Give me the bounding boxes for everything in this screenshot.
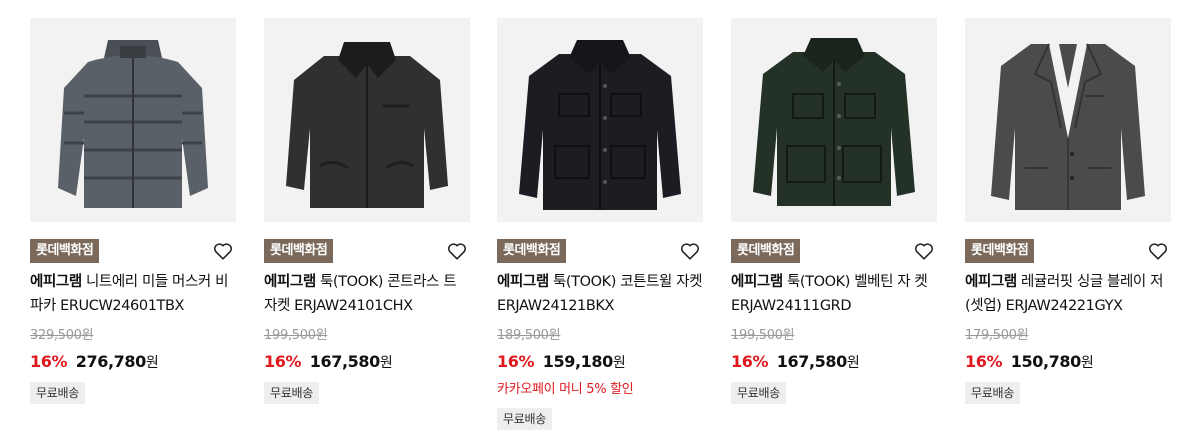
original-price-value: 199,500 [731, 328, 783, 343]
free-shipping-tag: 무료배송 [497, 408, 552, 430]
product-title[interactable]: 에피그램 툭(TOOK) 벨베틴 자 켓 ERJAW24111GRD [731, 270, 937, 318]
product-meta: 롯데백화점 [965, 239, 1171, 263]
sale-price: 167,580 [776, 352, 847, 371]
original-price: 179,500원 [965, 326, 1171, 346]
gray-single-blazer-photo [965, 18, 1171, 222]
product-title[interactable]: 에피그램 니트에리 미들 머스커 비 파카 ERUCW24601TBX [30, 270, 236, 318]
original-price: 199,500원 [264, 326, 470, 346]
store-badge: 롯데백화점 [264, 239, 334, 263]
product-title[interactable]: 에피그램 툭(TOOK) 콘트라스 트 자켓 ERJAW24101CHX [264, 270, 470, 318]
store-badge: 롯데백화점 [497, 239, 567, 263]
product-card[interactable]: 롯데백화점 에피그램 툭(TOOK) 벨베틴 자 켓 ERJAW24111GRD… [731, 18, 937, 404]
sale-price: 167,580 [309, 352, 380, 371]
original-price-unit: 원 [315, 328, 328, 343]
original-price-unit: 원 [81, 328, 94, 343]
original-price-value: 189,500 [497, 328, 549, 343]
black-cotton-twill-jacket-photo [497, 18, 703, 222]
price-row: 16% 276,780원 [30, 350, 236, 374]
brand-name: 에피그램 [731, 274, 783, 290]
brand-name: 에피그램 [497, 274, 549, 290]
green-velveteen-jacket-photo [731, 18, 937, 222]
sale-price-unit: 원 [846, 355, 860, 371]
price-row: 16% 167,580원 [264, 350, 470, 374]
heart-icon[interactable] [212, 240, 234, 262]
store-badge: 롯데백화점 [965, 239, 1035, 263]
price-row: 16% 159,180원 [497, 350, 703, 374]
sale-price-unit: 원 [145, 355, 159, 371]
product-image[interactable] [30, 18, 236, 222]
product-card[interactable]: 롯데백화점 에피그램 레귤러핏 싱글 블레이 저 (셋업) ERJAW24221… [965, 18, 1171, 404]
product-title[interactable]: 에피그램 툭(TOOK) 코튼트윌 자켓 ERJAW24121BKX [497, 270, 703, 318]
heart-icon[interactable] [1147, 240, 1169, 262]
original-price-value: 179,500 [965, 328, 1017, 343]
product-meta: 롯데백화점 [264, 239, 470, 263]
price-row: 16% 167,580원 [731, 350, 937, 374]
store-badge: 롯데백화점 [731, 239, 801, 263]
original-price-unit: 원 [782, 328, 795, 343]
sale-price: 150,780 [1010, 352, 1081, 371]
sale-price: 159,180 [542, 352, 613, 371]
heart-icon[interactable] [679, 240, 701, 262]
discount-rate: 16% [965, 352, 1003, 371]
free-shipping-tag: 무료배송 [965, 382, 1020, 404]
brand-name: 에피그램 [965, 274, 1017, 290]
discount-rate: 16% [497, 352, 535, 371]
product-image[interactable] [965, 18, 1171, 222]
discount-rate: 16% [30, 352, 68, 371]
product-meta: 롯데백화점 [731, 239, 937, 263]
product-image[interactable] [731, 18, 937, 222]
product-image[interactable] [264, 18, 470, 222]
sale-price-unit: 원 [379, 355, 393, 371]
heart-icon[interactable] [913, 240, 935, 262]
product-image[interactable] [497, 18, 703, 222]
brand-name: 에피그램 [264, 274, 316, 290]
original-price: 199,500원 [731, 326, 937, 346]
original-price: 189,500원 [497, 326, 703, 346]
charcoal-corduroy-collar-jacket-photo [264, 18, 470, 222]
free-shipping-tag: 무료배송 [264, 382, 319, 404]
original-price-unit: 원 [548, 328, 561, 343]
product-meta: 롯데백화점 [30, 239, 236, 263]
product-card[interactable]: 롯데백화점 에피그램 툭(TOOK) 코튼트윌 자켓 ERJAW24121BKX… [497, 18, 703, 430]
discount-rate: 16% [264, 352, 302, 371]
original-price-value: 329,500 [30, 328, 82, 343]
product-title[interactable]: 에피그램 레귤러핏 싱글 블레이 저 (셋업) ERJAW24221GYX [965, 270, 1171, 318]
original-price-unit: 원 [1016, 328, 1029, 343]
product-meta: 롯데백화점 [497, 239, 703, 263]
price-row: 16% 150,780원 [965, 350, 1171, 374]
heart-icon[interactable] [446, 240, 468, 262]
payment-promo-text: 카카오페이 머니 5% 할인 [497, 382, 634, 397]
free-shipping-tag: 무료배송 [30, 382, 85, 404]
sale-price-unit: 원 [1080, 355, 1094, 371]
free-shipping-tag: 무료배송 [731, 382, 786, 404]
sale-price-unit: 원 [612, 355, 626, 371]
original-price: 329,500원 [30, 326, 236, 346]
store-badge: 롯데백화점 [30, 239, 100, 263]
discount-rate: 16% [731, 352, 769, 371]
product-card[interactable]: 롯데백화점 에피그램 니트에리 미들 머스커 비 파카 ERUCW24601TB… [30, 18, 236, 404]
original-price-value: 199,500 [264, 328, 316, 343]
product-grid: 롯데백화점 에피그램 니트에리 미들 머스커 비 파카 ERUCW24601TB… [0, 0, 1185, 441]
product-card[interactable]: 롯데백화점 에피그램 툭(TOOK) 콘트라스 트 자켓 ERJAW24101C… [264, 18, 470, 404]
brand-name: 에피그램 [30, 274, 82, 290]
gray-puffer-parka-photo [30, 18, 236, 222]
sale-price: 276,780 [75, 352, 146, 371]
